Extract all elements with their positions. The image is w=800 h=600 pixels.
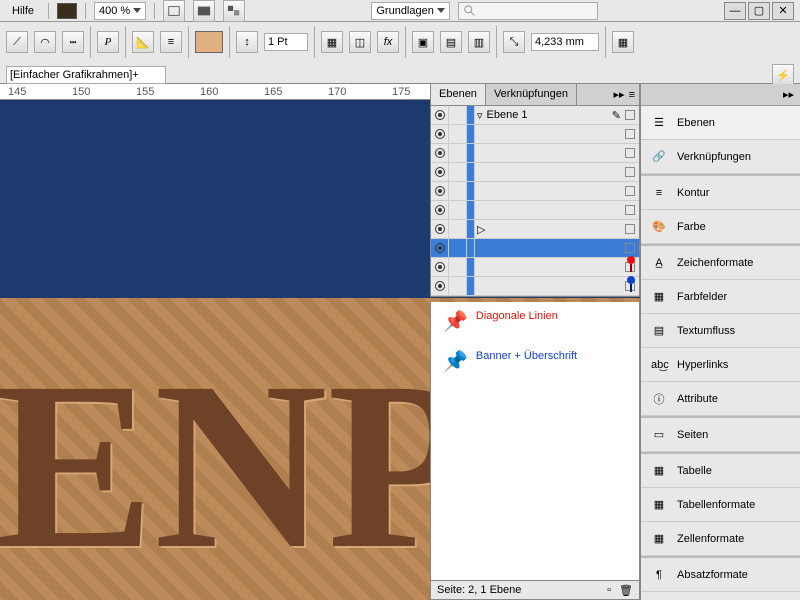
new-layer-icon[interactable]: ▫: [607, 584, 611, 596]
pin-red-icon: 📌: [443, 310, 468, 334]
annotation-red: 📌 Diagonale Linien: [431, 302, 639, 342]
sidepanel-icon: ▭: [651, 428, 667, 441]
measure-icon[interactable]: 📐: [132, 31, 154, 53]
sidepanel-item-zeichenformate[interactable]: A̲Zeichenformate: [641, 246, 800, 280]
sidepanel-item-tabellenformate[interactable]: ▦Tabellenformate: [641, 488, 800, 522]
arrange-icon[interactable]: [223, 0, 245, 22]
sidepanel-icon: 🔗: [651, 150, 667, 163]
sidepanel-icon: ☰: [651, 116, 667, 129]
align-icon[interactable]: ≡: [160, 31, 182, 53]
maximize-button[interactable]: ▢: [748, 2, 770, 20]
sidepanel-item-ebenen[interactable]: ☰Ebenen: [641, 106, 800, 140]
sidepanel-icon: ▤: [651, 324, 667, 337]
panel-menu-icon[interactable]: ≡: [629, 89, 635, 101]
layer-row[interactable]: [431, 277, 639, 296]
layer-row-parent[interactable]: ▿Ebene 1✎: [431, 106, 639, 125]
effects-icon[interactable]: ▦: [321, 31, 343, 53]
layer-row[interactable]: [431, 182, 639, 201]
corner-icon[interactable]: ◫: [349, 31, 371, 53]
panel-collapse-icon[interactable]: ▸▸: [614, 88, 625, 101]
sidepanel-item-farbfelder[interactable]: ▦Farbfelder: [641, 280, 800, 314]
layers-panel: Ebenen Verknüpfungen ▸▸ ≡ ▿Ebene 1✎ ▷: [430, 84, 640, 297]
search-input[interactable]: [458, 2, 598, 20]
glyph-p-icon[interactable]: P: [97, 31, 119, 53]
trash-icon[interactable]: 🗑: [619, 584, 633, 597]
layers-panel-status: Seite: 2, 1 Ebene ▫ 🗑: [430, 580, 640, 600]
layer-row[interactable]: [431, 239, 639, 258]
pushpin-red-icon: [625, 256, 637, 272]
sidepanel-item-zellenformate[interactable]: ▦Zellenformate: [641, 522, 800, 556]
layer-row[interactable]: [431, 201, 639, 220]
sidepanel-icon: ▦: [651, 532, 667, 545]
sidepanel-item-tabelle[interactable]: ▦Tabelle: [641, 454, 800, 488]
workspace-dropdown[interactable]: Grundlagen: [371, 2, 450, 20]
sidepanel-item-verknüpfungen[interactable]: 🔗Verknüpfungen: [641, 140, 800, 174]
sidepanel-icon: ab͜c: [651, 359, 667, 371]
help-menu[interactable]: Hilfe: [6, 3, 40, 19]
stroke-weight-input[interactable]: [264, 33, 308, 51]
measurement-input[interactable]: [531, 33, 599, 51]
pin-blue-icon: 📌: [443, 350, 468, 374]
sidepanel-icon: ▦: [651, 464, 667, 477]
sidepanel-icon: A̲: [651, 257, 667, 269]
layer-row[interactable]: [431, 125, 639, 144]
pushpin-blue-icon: [625, 276, 637, 292]
app-badge-icon: [57, 3, 77, 19]
layer-row[interactable]: [431, 258, 639, 277]
zoom-dropdown[interactable]: 400 %: [94, 2, 146, 20]
annotation-overlay: 📌 Diagonale Linien 📌 Banner + Überschrif…: [430, 302, 640, 582]
layer-row[interactable]: [431, 163, 639, 182]
view-mode-icon[interactable]: [163, 0, 185, 22]
text-wrap2-icon[interactable]: ▤: [440, 31, 462, 53]
anchor-icon[interactable]: ▦: [612, 31, 634, 53]
sidepanel-icon: 🎨: [651, 220, 667, 233]
sidepanel-icon: ¶: [651, 569, 667, 581]
menubar: Hilfe 400 % Grundlagen — ▢ ✕: [0, 0, 800, 22]
minimize-button[interactable]: —: [724, 2, 746, 20]
line-tool-icon[interactable]: ⟋: [6, 31, 28, 53]
fx-icon[interactable]: fx: [377, 31, 399, 53]
fill-swatch[interactable]: [195, 31, 223, 53]
dashed-icon[interactable]: ┅: [62, 31, 84, 53]
sidepanel-icon: ▦: [651, 498, 667, 511]
flash-icon[interactable]: ⚡: [772, 64, 794, 86]
layer-row[interactable]: [431, 144, 639, 163]
curve-icon[interactable]: ◠: [34, 31, 56, 53]
sidepanel-item-textumfluss[interactable]: ▤Textumfluss: [641, 314, 800, 348]
sidepanel-item-kontur[interactable]: ≡Kontur: [641, 176, 800, 210]
sidepanel-icon: ⓘ: [651, 391, 667, 407]
canvas-heading: ENP: [0, 345, 474, 585]
sidepanel-item-hyperlinks[interactable]: ab͜cHyperlinks: [641, 348, 800, 382]
frame-type-dropdown[interactable]: [Einfacher Grafikrahmen]+: [6, 66, 166, 84]
sidepanel-icon: ≡: [651, 187, 667, 199]
close-button[interactable]: ✕: [772, 2, 794, 20]
sidepanel-item-absatzformate[interactable]: ¶Absatzformate: [641, 558, 800, 592]
annotation-blue: 📌 Banner + Überschrift: [431, 342, 639, 382]
sidepanel-item-farbe[interactable]: 🎨Farbe: [641, 210, 800, 244]
stroke-step-icon[interactable]: ↕: [236, 31, 258, 53]
tab-links[interactable]: Verknüpfungen: [486, 84, 577, 105]
tab-layers[interactable]: Ebenen: [431, 84, 486, 105]
sidepanel-item-seiten[interactable]: ▭Seiten: [641, 418, 800, 452]
transform-icon[interactable]: ⤡: [503, 31, 525, 53]
canvas-area: 145 150 155 160 165 170 175 ENP Ebenen V…: [0, 84, 640, 600]
control-toolbar: ⟋ ◠ ┅ P 📐 ≡ ↕ ▦ ◫ fx ▣ ▤ ▥ ⤡ ▦ [Einfache…: [0, 22, 800, 84]
sidepanel-item-attribute[interactable]: ⓘAttribute: [641, 382, 800, 416]
side-panel: ▸▸ ☰Ebenen🔗Verknüpfungen≡Kontur🎨FarbeA̲Z…: [640, 84, 800, 600]
layer-list: ▿Ebene 1✎ ▷: [431, 106, 639, 296]
layer-row[interactable]: ▷: [431, 220, 639, 239]
sidepanel-icon: ▦: [651, 290, 667, 303]
text-wrap3-icon[interactable]: ▥: [468, 31, 490, 53]
sidepanel-collapse-icon[interactable]: ▸▸: [783, 88, 794, 101]
workspace: 145 150 155 160 165 170 175 ENP Ebenen V…: [0, 84, 800, 600]
text-wrap-icon[interactable]: ▣: [412, 31, 434, 53]
status-text: Seite: 2, 1 Ebene: [437, 584, 521, 596]
screen-mode-icon[interactable]: [193, 0, 215, 22]
